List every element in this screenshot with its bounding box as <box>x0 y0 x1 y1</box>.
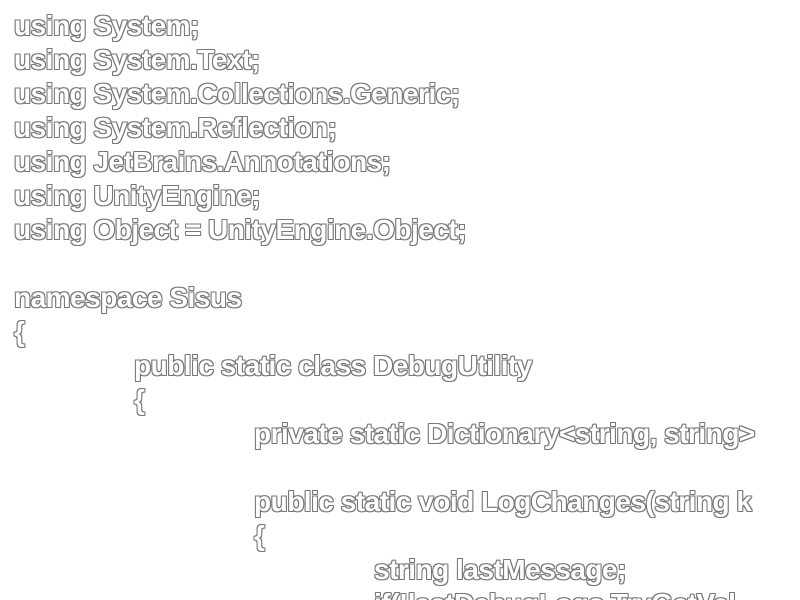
code-line-2: using System.Text; <box>14 44 260 75</box>
code-line-9: namespace Sisus <box>14 282 242 313</box>
code-editor[interactable]: using System; using System.Text; using S… <box>0 0 800 600</box>
code-line-5: using JetBrains.Annotations; <box>14 146 391 177</box>
code-line-18: if(!lastDebugLogs.TryGetVal <box>374 587 736 600</box>
code-line-17: string lastMessage; <box>374 554 626 585</box>
code-line-4: using System.Reflection; <box>14 112 337 143</box>
code-line-10: { <box>14 316 25 347</box>
code-line-11: public static class DebugUtility <box>134 350 532 381</box>
code-line-16: { <box>254 520 265 551</box>
code-line-7: using Object = UnityEngine.Object; <box>14 214 467 245</box>
code-line-12: { <box>134 384 145 415</box>
code-line-6: using UnityEngine; <box>14 180 261 211</box>
code-line-3: using System.Collections.Generic; <box>14 78 460 109</box>
code-line-13: private static Dictionary<string, string… <box>254 418 755 449</box>
code-line-1: using System; <box>14 10 199 41</box>
code-line-15: public static void LogChanges(string k <box>254 486 752 517</box>
